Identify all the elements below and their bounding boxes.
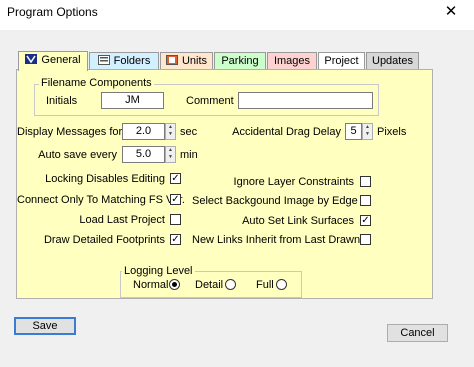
logging-detail-radio[interactable]: [225, 279, 236, 290]
save-button[interactable]: Save: [14, 317, 76, 335]
logging-level-group: Logging Level Normal Detail Full: [120, 265, 302, 298]
spinner-arrows-icon[interactable]: ▲ ▼: [165, 146, 176, 163]
units-icon: [165, 54, 178, 65]
tab-label: Folders: [113, 55, 151, 67]
display-messages-label: Display Messages for: [17, 126, 123, 138]
drag-delay-unit: Pixels: [377, 126, 407, 138]
logging-full-radio[interactable]: [276, 279, 287, 290]
tab-label: Updates: [372, 55, 413, 67]
checkbox-label: Auto Set Link Surfaces: [242, 215, 354, 227]
comment-label: Comment: [186, 95, 234, 107]
new-links-inherit-checkbox[interactable]: [360, 234, 371, 245]
general-icon: [25, 53, 38, 64]
comment-field[interactable]: [238, 92, 373, 109]
tab-label: Parking: [221, 55, 259, 67]
select-background-image-checkbox[interactable]: [360, 195, 371, 206]
drag-delay-label: Accidental Drag Delay: [232, 126, 341, 138]
display-messages-spinner[interactable]: 2.0 ▲ ▼: [122, 123, 176, 140]
tab-parking[interactable]: Parking: [214, 52, 266, 69]
checkbox-label: Load Last Project: [79, 214, 165, 226]
ignore-layer-constraints-checkbox[interactable]: [360, 176, 371, 187]
tab-label: Units: [181, 55, 208, 67]
checkbox-label: Locking Disables Editing: [45, 173, 165, 185]
auto-save-label: Auto save every: [38, 149, 117, 161]
connect-matching-fs-checkbox[interactable]: ✓: [170, 194, 181, 205]
logging-level-label: Logging Level: [122, 265, 195, 277]
spinner-arrows-icon[interactable]: ▲ ▼: [165, 123, 176, 140]
tab-updates[interactable]: Updates: [366, 52, 419, 69]
drag-delay-spinner[interactable]: 5 ▲ ▼: [345, 123, 373, 140]
checkbox-label: Connect Only To Matching FS Ver.: [17, 194, 185, 206]
filename-components-group: Filename Components Initials JM Comment: [34, 77, 379, 116]
logging-normal-radio[interactable]: [169, 279, 180, 290]
tab-label: Project: [324, 55, 359, 67]
initials-label: Initials: [46, 95, 78, 107]
tab-units[interactable]: Units: [160, 52, 213, 69]
initials-field[interactable]: JM: [101, 92, 164, 109]
display-messages-unit: sec: [180, 126, 198, 138]
checkbox-label: Ignore Layer Constraints: [233, 176, 354, 188]
radio-label-full: Full: [256, 279, 274, 291]
tab-label: Images: [273, 55, 311, 67]
auto-set-link-surfaces-checkbox[interactable]: ✓: [360, 215, 371, 226]
draw-detailed-footprints-checkbox[interactable]: ✓: [170, 234, 181, 245]
drag-delay-value[interactable]: 5: [345, 123, 362, 140]
tab-project[interactable]: Project: [318, 52, 365, 69]
locking-disables-editing-checkbox[interactable]: ✓: [170, 173, 181, 184]
auto-save-unit: min: [180, 149, 198, 161]
spinner-arrows-icon[interactable]: ▲ ▼: [362, 123, 373, 140]
title-bar: Program Options ✕: [0, 0, 474, 30]
close-button[interactable]: ✕: [428, 0, 474, 30]
tab-general[interactable]: General: [18, 51, 88, 71]
auto-save-spinner[interactable]: 5.0 ▲ ▼: [122, 146, 176, 163]
tab-images[interactable]: Images: [267, 52, 317, 69]
checkbox-label: Draw Detailed Footprints: [43, 234, 165, 246]
display-messages-value[interactable]: 2.0: [122, 123, 165, 140]
tab-label: General: [41, 54, 81, 66]
radio-label-normal: Normal: [133, 279, 169, 291]
radio-selected-dot: [172, 282, 177, 287]
filename-components-label: Filename Components: [39, 77, 154, 89]
load-last-project-checkbox[interactable]: [170, 214, 181, 225]
window-title: Program Options: [7, 5, 98, 19]
folder-icon: [97, 54, 110, 65]
tab-folders[interactable]: Folders: [89, 52, 159, 69]
checkbox-label: Select Backgound Image by Edge: [192, 195, 358, 207]
cancel-button[interactable]: Cancel: [387, 324, 448, 342]
auto-save-value[interactable]: 5.0: [122, 146, 165, 163]
checkbox-label: New Links Inherit from Last Drawn: [192, 234, 361, 246]
radio-label-detail: Detail: [195, 279, 224, 291]
general-panel: Filename Components Initials JM Comment …: [16, 69, 433, 299]
